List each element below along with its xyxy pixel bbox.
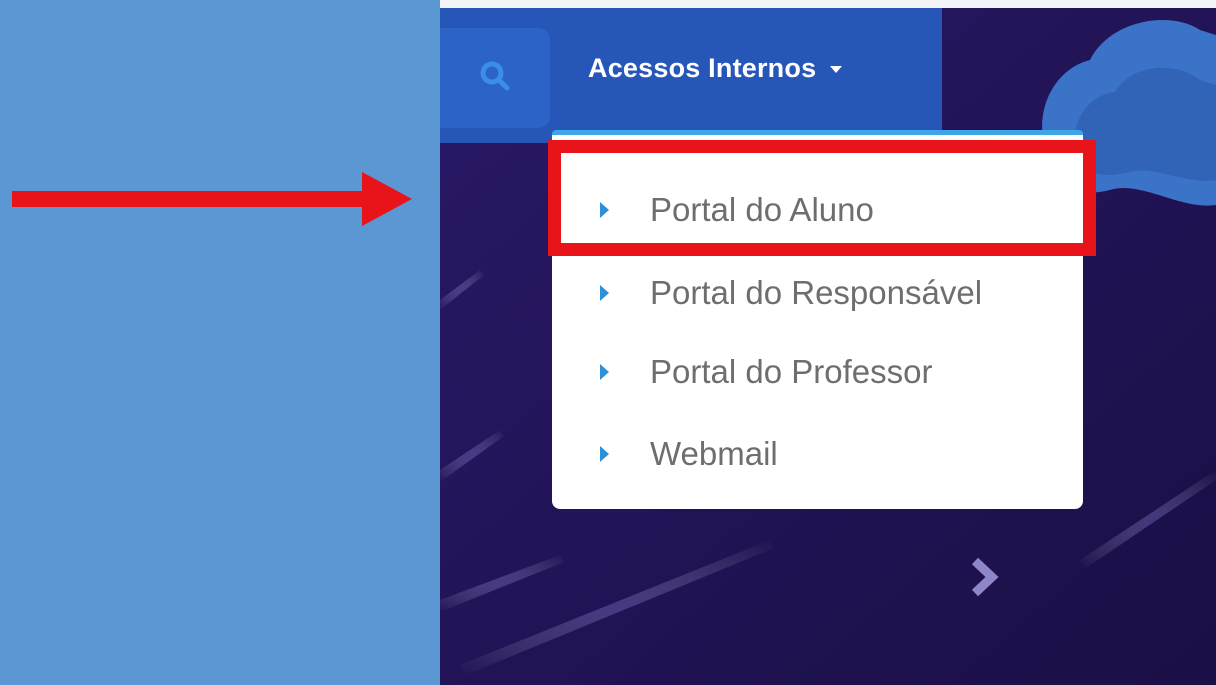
browser-top-edge: [440, 0, 1216, 8]
search-icon: [478, 59, 512, 97]
menu-item-label: Portal do Aluno: [650, 191, 874, 228]
menu-item-label: Webmail: [650, 435, 778, 472]
menu-item-webmail[interactable]: Webmail: [552, 424, 1083, 484]
caret-down-icon: [830, 66, 843, 73]
search-button[interactable]: [440, 28, 550, 128]
menu-item-portal-do-aluno[interactable]: Portal do Aluno: [552, 180, 1083, 240]
caret-right-icon: [600, 202, 609, 218]
caret-right-icon: [600, 446, 609, 462]
menu-item-portal-do-responsavel[interactable]: Portal do Responsável: [552, 263, 1083, 323]
navbar: Acessos Internos: [440, 8, 942, 143]
chevron-right-icon: [967, 556, 1001, 602]
website-panel: Acessos Internos Portal do Aluno Portal …: [440, 0, 1216, 685]
dropdown-label: Acessos Internos: [588, 53, 817, 83]
caret-right-icon: [600, 364, 609, 380]
annotation-arrow-head: [362, 172, 412, 226]
caret-right-icon: [600, 285, 609, 301]
acessos-internos-dropdown[interactable]: Acessos Internos: [588, 53, 843, 84]
menu-item-label: Portal do Responsável: [650, 274, 983, 311]
screenshot-canvas: Acessos Internos Portal do Aluno Portal …: [0, 0, 1216, 685]
menu-item-portal-do-professor[interactable]: Portal do Professor: [552, 342, 1083, 402]
carousel-next-button[interactable]: [960, 555, 1008, 603]
annotation-arrow-shaft: [12, 191, 368, 207]
dropdown-menu: Portal do Aluno Portal do Responsável Po…: [552, 130, 1083, 509]
menu-item-label: Portal do Professor: [650, 353, 933, 390]
